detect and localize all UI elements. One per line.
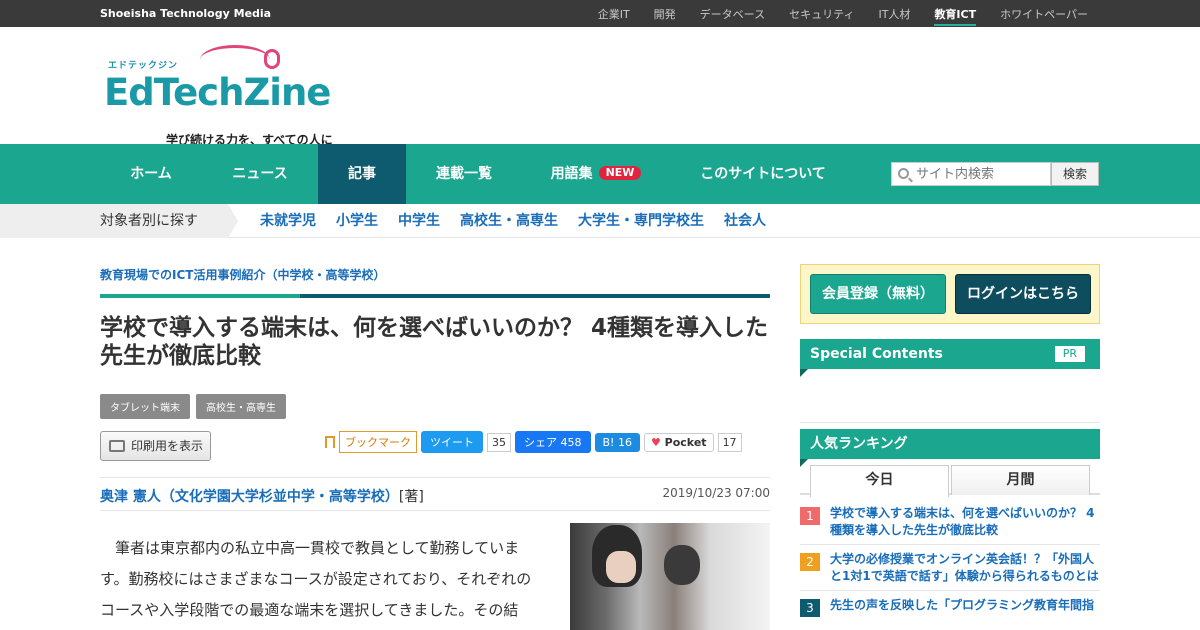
search-icon (898, 168, 909, 179)
logo-wordmark: EdTechZine (104, 71, 331, 114)
audience-link-university[interactable]: 大学生・専門学校生 (578, 204, 704, 238)
audience-nav-lead: 対象者別に探す (0, 204, 238, 238)
audience-link-preschool[interactable]: 未就学児 (260, 204, 316, 238)
hatena-count: 16 (617, 435, 632, 449)
header: エドテックジン EdTechZine 学び続ける力を、すべての人に (0, 27, 1200, 147)
ranking-item[interactable]: 3 先生の声を反映した「プログラミング教育年間指 (800, 591, 1100, 630)
tweet-count: 35 (487, 432, 511, 452)
pocket-count: 17 (717, 432, 742, 452)
ranking-item[interactable]: 1 学校で導入する端末は、何を選べばいいのか？ 4種類を導入した先生が徹底比較 (800, 499, 1100, 545)
site-link-it-talent[interactable]: IT人材 (878, 6, 910, 26)
nav-glossary-label: 用語集 (550, 166, 593, 182)
special-contents-area (800, 369, 1100, 423)
rank-number: 1 (800, 507, 820, 525)
article-body: 筆者は東京都内の私立中高一貫校で教員として勤務しています。勤務校にはさまざまなコ… (100, 539, 532, 619)
tweet-button[interactable]: ツイート (421, 431, 483, 453)
site-link-development[interactable]: 開発 (654, 6, 676, 26)
author-role: [著] (398, 489, 424, 505)
tag-high-school[interactable]: 高校生・高専生 (196, 394, 286, 419)
pr-badge: PR (1054, 346, 1085, 362)
tab-month[interactable]: 月間 (951, 465, 1090, 495)
nav-news[interactable]: ニュース (207, 144, 313, 204)
pocket-button[interactable]: ♥ Pocket (643, 432, 714, 452)
company-brand[interactable]: Shoeisha Technology Media (100, 7, 271, 20)
pocket-icon: ♥ (650, 435, 661, 449)
new-badge: NEW (598, 166, 642, 180)
print-button[interactable]: 印刷用を表示 (100, 431, 211, 461)
ranking-item-title: 学校で導入する端末は、何を選べばいいのか？ 4種類を導入した先生が徹底比較 (830, 506, 1095, 537)
ranking-title: 人気ランキング (810, 436, 908, 452)
hatena-bookmark-button[interactable]: B! 16 (594, 432, 640, 452)
bookmark-icon (325, 436, 335, 448)
article-tools: 印刷用を表示 ブックマーク ツイート 35 シェア 458 B! 16 ♥ Po… (100, 431, 770, 461)
ranking-list: 1 学校で導入する端末は、何を選べばいいのか？ 4種類を導入した先生が徹底比較 … (800, 499, 1100, 630)
photo-student-face (606, 551, 636, 583)
article-series[interactable]: 教育現場でのICT活用事例紹介（中学校・高等学校） (100, 266, 770, 283)
ranking-header: 人気ランキング (800, 429, 1100, 467)
ranking-item[interactable]: 2 大学の必修授業でオンライン英会話！？「外国人と1対1で英語で話す」体験から得… (800, 545, 1100, 591)
photo-student-2 (664, 545, 700, 585)
rank-number: 3 (800, 599, 820, 617)
article-date: 2019/10/23 07:00 (662, 486, 770, 500)
audience-link-junior-high[interactable]: 中学生 (398, 204, 440, 238)
article-tags: タブレット端末 高校生・高専生 (100, 394, 770, 419)
tab-today[interactable]: 今日 (810, 465, 949, 497)
ranking-item-title: 大学の必修授業でオンライン英会話！？「外国人と1対1で英語で話す」体験から得られ… (830, 552, 1099, 583)
sidebar: 会員登録（無料） ログインはこちら Special Contents PR 人気… (800, 264, 1100, 630)
author-name: 奥津 憲人（文化学園大学杉並中学・高等学校） (100, 489, 399, 505)
nav-articles[interactable]: 記事 (318, 144, 406, 204)
site-links: 企業IT 開発 データベース セキュリティ IT人材 教育ICT ホワイトペーパ… (598, 6, 1088, 26)
nav-glossary[interactable]: 用語集 NEW (540, 144, 652, 204)
nav-series-list[interactable]: 連載一覧 (418, 144, 510, 204)
ranking-item-title: 先生の声を反映した「プログラミング教育年間指 (830, 598, 1095, 612)
title-divider (100, 294, 770, 298)
audience-nav: 対象者別に探す 未就学児 小学生 中学生 高校生・高専生 大学生・専門学校生 社… (0, 204, 1200, 238)
special-contents-header: Special Contents PR (800, 339, 1100, 377)
print-label: 印刷用を表示 (131, 439, 204, 453)
main-nav: ホーム ニュース 記事 連載一覧 用語集 NEW このサイトについて 検索 (0, 144, 1200, 204)
rank-number: 2 (800, 553, 820, 571)
audience-links: 未就学児 小学生 中学生 高校生・高専生 大学生・専門学校生 社会人 (260, 204, 766, 238)
top-bar: Shoeisha Technology Media 企業IT 開発 データベース… (0, 0, 1200, 27)
member-box: 会員登録（無料） ログインはこちら (800, 264, 1100, 324)
site-link-enterprise-it[interactable]: 企業IT (598, 6, 630, 26)
site-search: 検索 (891, 162, 1099, 186)
facebook-share-button[interactable]: シェア 458 (515, 431, 591, 453)
article-title: 学校で導入する端末は、何を選べばいいのか？ 4種類を導入した先生が徹底比較 (100, 315, 769, 369)
logo-kana: エドテックジン (108, 61, 179, 71)
article-photo (570, 523, 770, 630)
printer-icon (109, 440, 125, 452)
search-button[interactable]: 検索 (1051, 162, 1099, 186)
bookmark-button[interactable]: ブックマーク (339, 431, 417, 453)
search-box (891, 162, 1051, 186)
search-input[interactable] (892, 163, 1050, 186)
pocket-label: Pocket (664, 435, 707, 449)
site-link-education-ict[interactable]: 教育ICT (934, 6, 977, 26)
article-author[interactable]: 奥津 憲人（文化学園大学杉並中学・高等学校）[著] (100, 486, 424, 506)
tag-tablet[interactable]: タブレット端末 (100, 394, 190, 419)
site-link-database[interactable]: データベース (700, 6, 765, 26)
article-meta: 奥津 憲人（文化学園大学杉並中学・高等学校）[著] 2019/10/23 07:… (100, 477, 770, 511)
logo-mouse-icon (264, 49, 280, 69)
ranking-tabs: 今日 月間 (800, 465, 1100, 497)
social-buttons: ブックマーク ツイート 35 シェア 458 B! 16 ♥ Pocket 17 (325, 431, 742, 453)
login-button[interactable]: ログインはこちら (955, 274, 1091, 314)
site-link-security[interactable]: セキュリティ (789, 6, 854, 26)
audience-link-high-school[interactable]: 高校生・高専生 (460, 204, 558, 238)
special-contents-title: Special Contents (810, 346, 943, 362)
nav-about[interactable]: このサイトについて (684, 144, 842, 204)
audience-link-elementary[interactable]: 小学生 (336, 204, 378, 238)
register-button[interactable]: 会員登録（無料） (810, 274, 946, 314)
nav-home[interactable]: ホーム (100, 144, 202, 204)
audience-link-adult[interactable]: 社会人 (724, 204, 766, 238)
site-link-whitepaper[interactable]: ホワイトペーパー (1000, 6, 1088, 26)
article: 教育現場でのICT活用事例紹介（中学校・高等学校） 学校で導入する端末は、何を選… (100, 262, 770, 630)
site-logo[interactable]: エドテックジン EdTechZine 学び続ける力を、すべての人に (104, 45, 334, 147)
